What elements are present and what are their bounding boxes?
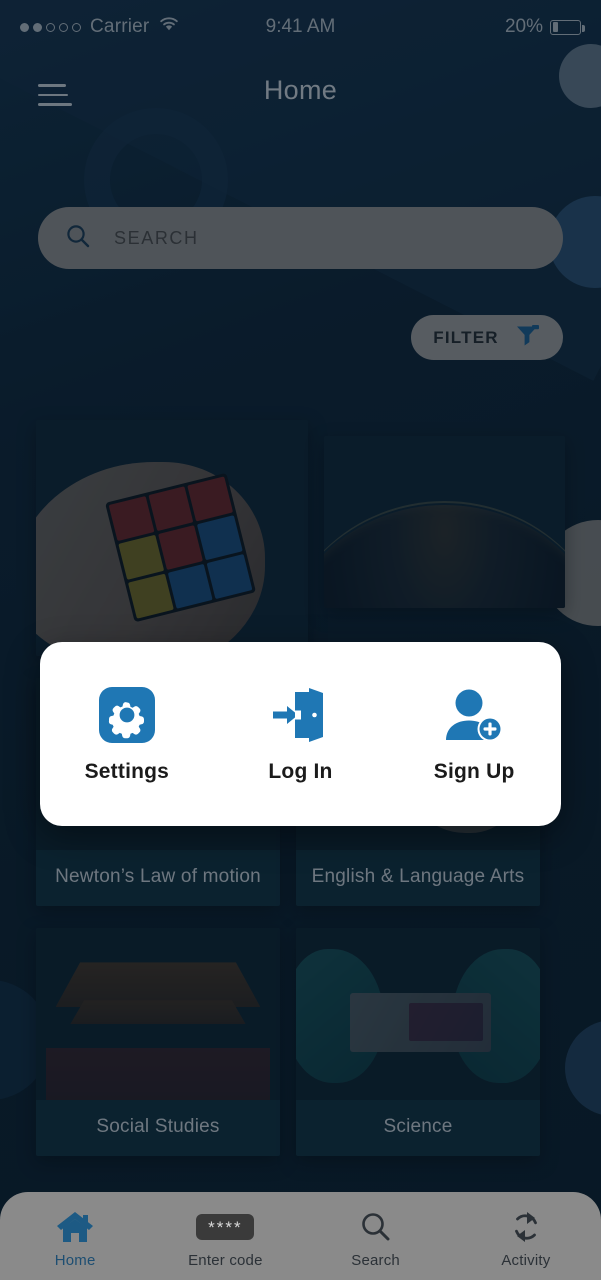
code-asterisks-icon: **** xyxy=(196,1209,255,1245)
nav-item-home[interactable]: Home xyxy=(0,1203,150,1269)
login-door-arrow-icon xyxy=(269,684,331,746)
gear-settings-icon xyxy=(97,684,157,746)
account-actions-modal: Settings Log In Sign Up xyxy=(40,642,561,826)
nav-item-activity[interactable]: Activity xyxy=(451,1203,601,1269)
code-pill: **** xyxy=(196,1214,255,1240)
nav-item-activity-label: Activity xyxy=(501,1252,551,1269)
modal-scrim[interactable] xyxy=(0,0,601,1280)
settings-button-label: Settings xyxy=(84,760,170,783)
search-icon xyxy=(359,1209,393,1245)
login-button[interactable]: Log In xyxy=(225,684,375,784)
nav-item-search-label: Search xyxy=(351,1252,400,1269)
bottom-navigation-bar: Home **** Enter code Search Activity xyxy=(0,1192,601,1280)
person-add-icon xyxy=(442,684,506,746)
nav-item-enter-code[interactable]: **** Enter code xyxy=(150,1203,300,1269)
signup-button-label: Sign Up xyxy=(433,760,515,783)
login-button-label: Log In xyxy=(268,760,333,783)
settings-button[interactable]: Settings xyxy=(52,684,202,784)
nav-item-enter-code-label: Enter code xyxy=(188,1252,263,1269)
nav-item-home-label: Home xyxy=(54,1252,96,1269)
home-icon xyxy=(55,1209,95,1245)
nav-item-search[interactable]: Search xyxy=(301,1203,451,1269)
signup-button[interactable]: Sign Up xyxy=(399,684,549,784)
refresh-activity-icon xyxy=(509,1209,543,1245)
